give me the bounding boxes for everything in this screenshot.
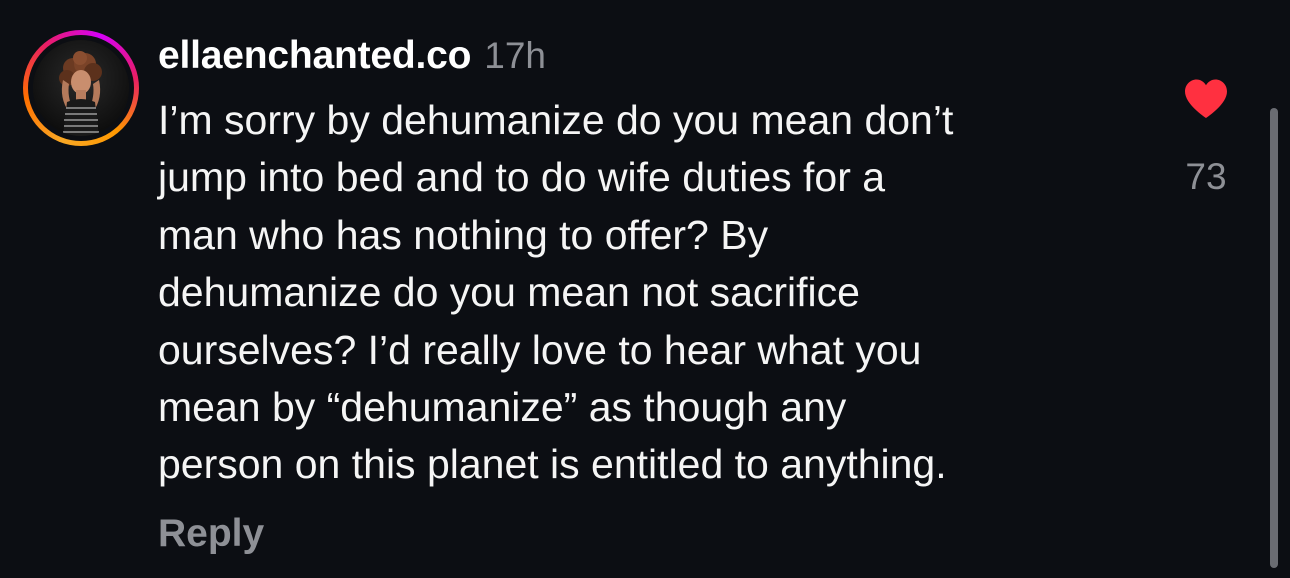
reply-button[interactable]: Reply [158,512,264,556]
comment-header: ellaenchanted.co 17h [158,34,546,82]
scrollbar[interactable] [1270,108,1278,568]
username-link[interactable]: ellaenchanted.co [158,34,471,78]
comment-item: ellaenchanted.co 17h I’m sorry by dehuma… [0,0,1290,578]
avatar[interactable] [33,40,129,136]
comment-text-line: mean by “dehumanize” as though any [158,384,847,431]
comment-text-line: man who has nothing to offer? By [158,211,769,258]
heart-filled-icon[interactable] [1183,78,1229,120]
avatar-story-ring[interactable] [23,30,139,146]
like-column: 73 [1170,78,1242,198]
comment-text-line: person on this planet is entitled to any… [158,441,947,488]
comment-text-line: ourselves? I’d really love to hear what … [158,326,922,373]
comment-text: I’m sorry by dehumanize do you mean don’… [158,92,1158,494]
comment-text-line: dehumanize do you mean not sacrifice [158,269,860,316]
avatar-ring-gap [28,35,134,141]
comment-screen: ellaenchanted.co 17h I’m sorry by dehuma… [0,0,1290,578]
avatar-photo [33,40,129,136]
comment-text-line: jump into bed and to do wife duties for … [158,154,886,201]
comment-timestamp: 17h [484,35,546,76]
like-count: 73 [1185,156,1227,197]
comment-text-line: I’m sorry by dehumanize do you mean don’… [158,97,954,143]
